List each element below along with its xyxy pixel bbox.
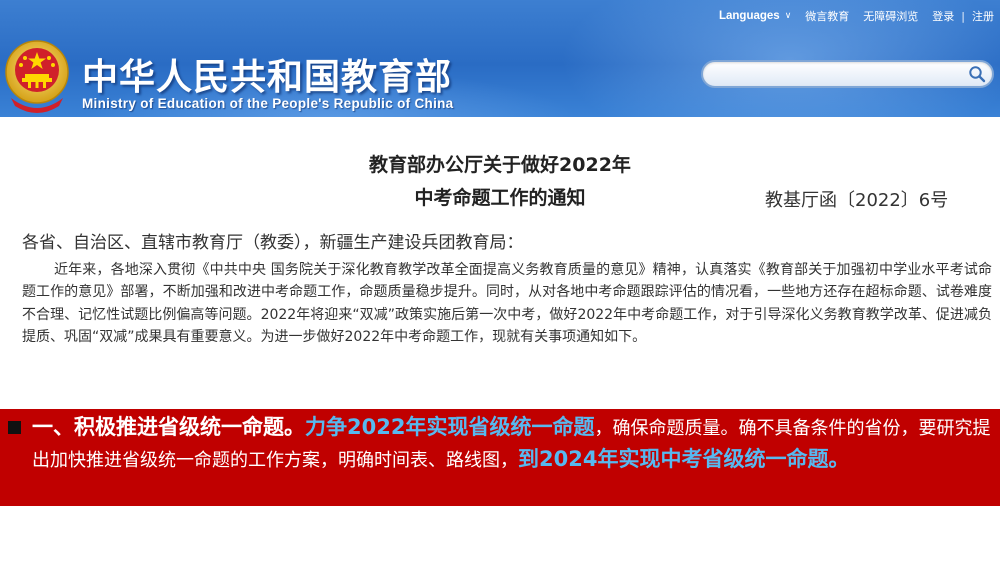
national-emblem-icon[interactable] — [3, 38, 71, 114]
document-salutation: 各省、自治区、直辖市教育厅（教委），新疆生产建设兵团教育局： — [22, 233, 524, 253]
search-input[interactable] — [713, 65, 958, 83]
nav-separator: | — [961, 9, 965, 23]
banner-text: 一、积极推进省级统一命题。力争2022年实现省级统一命题，确保命题质量。确不具备… — [32, 412, 992, 476]
top-navigation: Languages ∨ 微言教育 无障碍浏览 登录 | 注册 — [719, 8, 994, 24]
search-box — [701, 60, 994, 88]
chevron-down-icon[interactable]: ∨ — [785, 11, 792, 21]
document-title-line1: 教育部办公厅关于做好2022年 — [369, 154, 631, 176]
accessibility-link[interactable]: 无障碍浏览 — [863, 8, 918, 24]
highlight-banner: 一、积极推进省级统一命题。力争2022年实现省级统一命题，确保命题质量。确不具备… — [0, 409, 1000, 506]
login-link[interactable]: 登录 — [932, 8, 954, 24]
site-title-cn[interactable]: 中华人民共和国教育部 — [82, 48, 452, 100]
banner-heading: 一、积极推进省级统一命题。 — [32, 415, 305, 439]
document-body: 近年来，各地深入贯彻《中共中央 国务院关于深化教育教学改革全面提高义务教育质量的… — [22, 262, 992, 345]
languages-menu[interactable]: Languages — [719, 10, 780, 22]
bullet-square-icon — [8, 421, 21, 434]
site-header: 中华人民共和国教育部 Ministry of Education of the … — [0, 0, 1000, 117]
site-title-en[interactable]: Ministry of Education of the People's Re… — [82, 96, 453, 111]
search-icon[interactable] — [968, 65, 986, 83]
document-number: 教基厅函〔2022〕6号 — [765, 190, 949, 211]
banner-highlight-2: 到2024年实现中考省级统一命题。 — [518, 447, 850, 471]
banner-highlight-1: 力争2022年实现省级统一命题 — [305, 415, 595, 439]
weibo-link[interactable]: 微言教育 — [805, 8, 849, 24]
register-link[interactable]: 注册 — [972, 8, 994, 24]
